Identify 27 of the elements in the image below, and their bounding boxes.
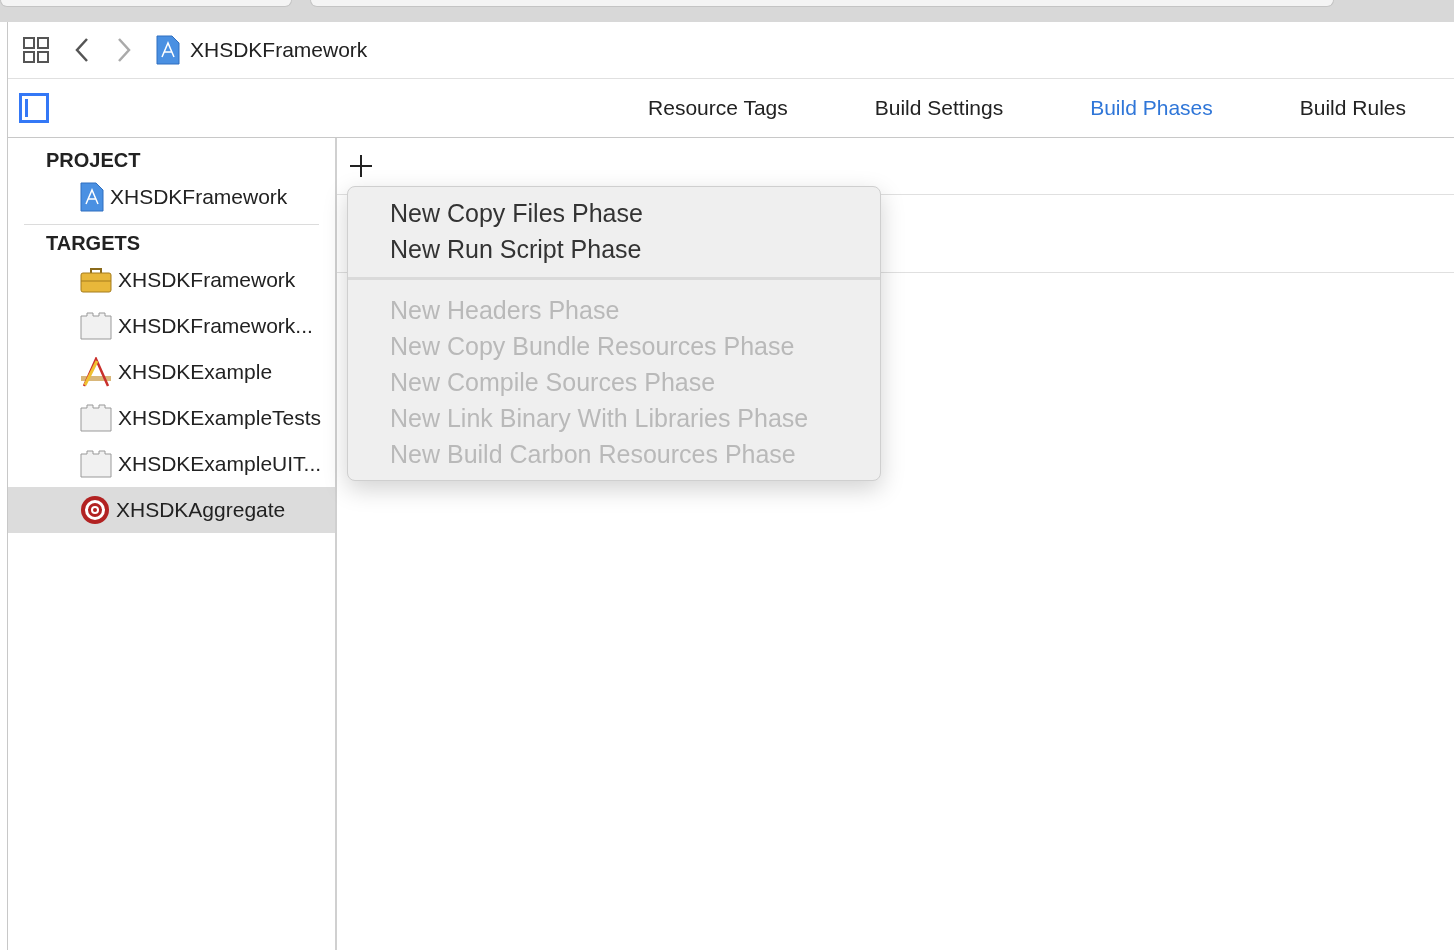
tab[interactable]: Build Rules xyxy=(1260,96,1445,120)
target-icon xyxy=(80,495,110,525)
blank-bundle-icon xyxy=(80,312,112,340)
blank-bundle-icon xyxy=(80,450,112,478)
tab[interactable]: Build Settings xyxy=(835,96,1043,120)
tab[interactable]: Resource Tags xyxy=(609,96,827,120)
grid-icon[interactable] xyxy=(22,36,50,64)
section-title: TARGETS xyxy=(45,231,142,256)
sidebar-item[interactable]: XHSDKExampleUIT... xyxy=(8,441,335,487)
section-title: PROJECT xyxy=(45,148,142,173)
project-file-icon xyxy=(156,35,180,65)
add-icon[interactable] xyxy=(349,154,373,178)
sidebar-toggle-icon[interactable] xyxy=(19,93,49,123)
sidebar-item[interactable]: XHSDKFramework... xyxy=(8,303,335,349)
sidebar-item[interactable]: XHSDKAggregate xyxy=(8,487,335,533)
sidebar-item[interactable]: XHSDKExample xyxy=(8,349,335,395)
project-file-icon xyxy=(80,182,104,212)
path-item[interactable]: XHSDKFramework xyxy=(156,35,368,65)
tab[interactable]: Build Phases xyxy=(1051,96,1252,120)
sidebar-item[interactable]: XHSDKFramework xyxy=(8,174,335,220)
menu-item[interactable]: New Copy Files Phase xyxy=(348,195,880,231)
sidebar-item[interactable]: XHSDKFramework xyxy=(8,257,335,303)
sidebar-item[interactable]: XHSDKExampleTests xyxy=(8,395,335,441)
menu-item[interactable]: New Run Script Phase xyxy=(348,231,880,267)
toolbox-icon xyxy=(80,267,112,293)
blank-bundle-icon xyxy=(80,404,112,432)
pencil-ruler-icon xyxy=(80,357,112,387)
